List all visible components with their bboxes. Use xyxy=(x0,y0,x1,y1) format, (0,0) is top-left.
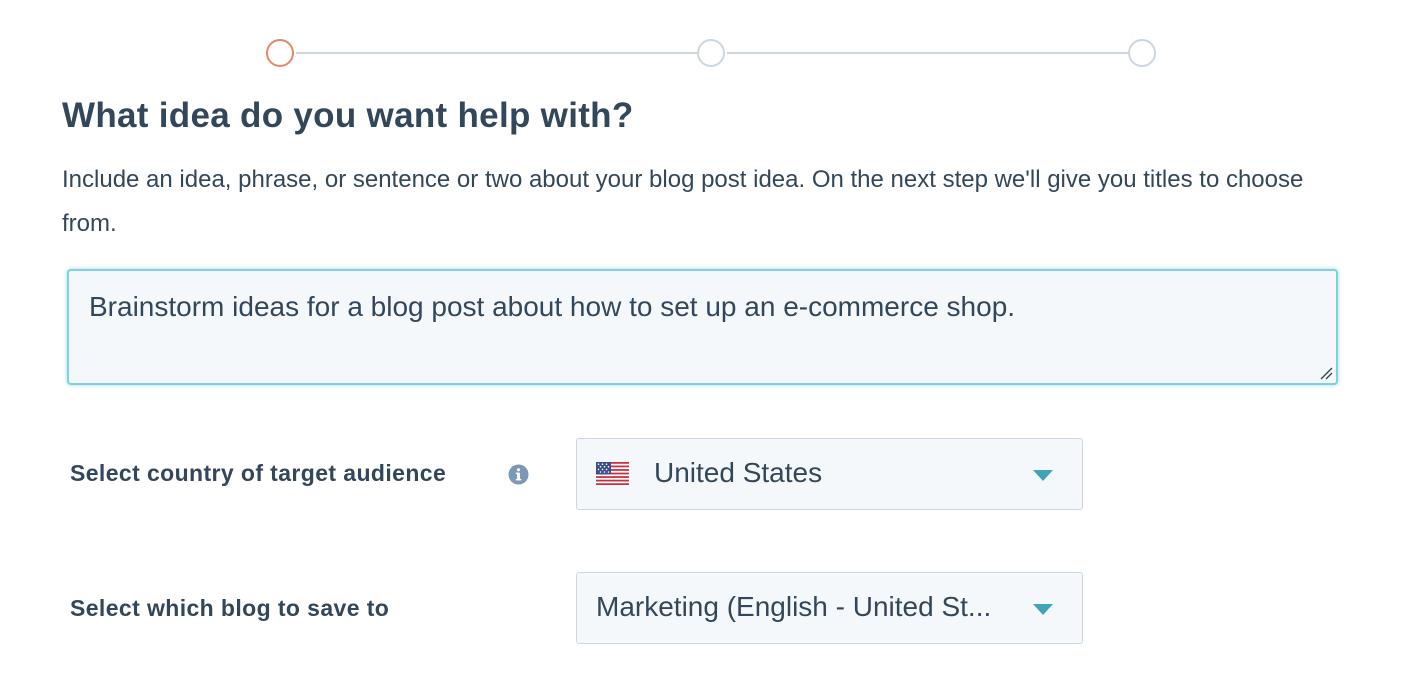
progress-stepper xyxy=(266,38,1158,68)
page-description: Include an idea, phrase, or sentence or … xyxy=(62,166,1304,237)
info-icon[interactable] xyxy=(508,464,529,485)
country-select[interactable]: United States xyxy=(576,438,1083,510)
caret-down-icon xyxy=(1033,470,1053,481)
page-title: What idea do you want help with? xyxy=(62,96,634,135)
blog-select-value: Marketing (English - United St... xyxy=(596,591,992,622)
country-select-label: Select country of target audience xyxy=(70,460,447,486)
us-flag-icon xyxy=(596,462,629,485)
caret-down-icon xyxy=(1033,604,1053,615)
blog-select-label: Select which blog to save to xyxy=(70,595,390,621)
blog-select[interactable]: Marketing (English - United St... xyxy=(576,572,1083,644)
step-indicator-3 xyxy=(1128,39,1156,67)
country-select-value: United States xyxy=(654,457,823,488)
idea-textarea[interactable]: Brainstorm ideas for a blog post about h… xyxy=(67,269,1338,385)
stepper-connector xyxy=(296,52,697,54)
step-indicator-2 xyxy=(697,39,725,67)
stepper-connector xyxy=(727,52,1128,54)
step-indicator-1-active xyxy=(266,39,294,67)
resize-handle-icon[interactable] xyxy=(1319,366,1333,380)
idea-textarea-value: Brainstorm ideas for a blog post about h… xyxy=(89,291,1016,322)
